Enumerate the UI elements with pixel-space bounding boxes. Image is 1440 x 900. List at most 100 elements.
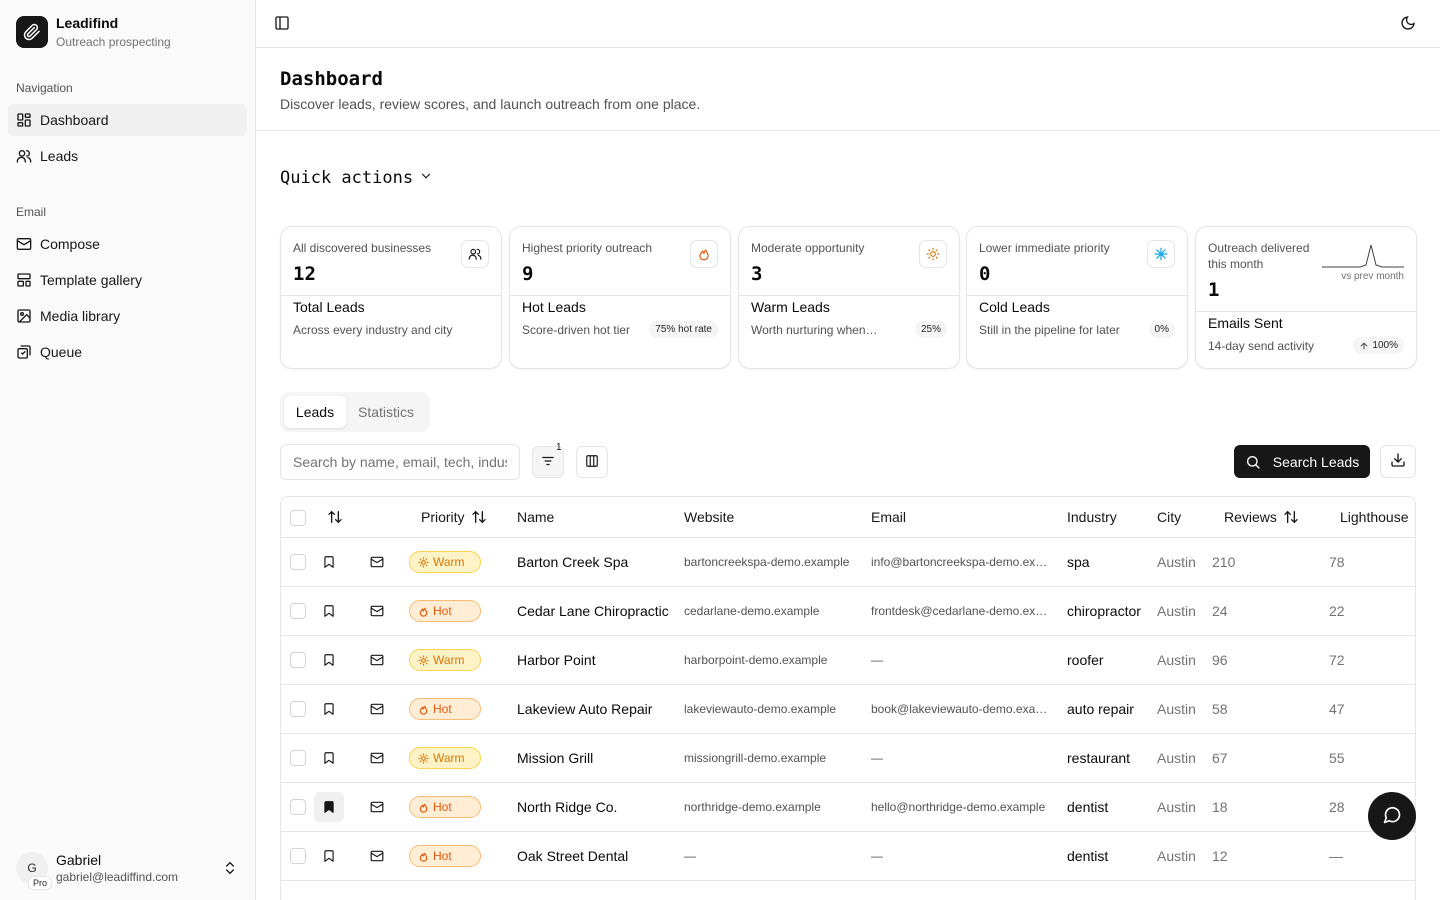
column-header-reviews[interactable]: Reviews (1224, 509, 1299, 525)
bookmark-icon[interactable] (314, 547, 344, 577)
table-row[interactable]: Hot Oak Street Dental — — dentist Austin… (281, 832, 1415, 881)
quick-actions-toggle[interactable]: Quick actions (280, 168, 433, 188)
bookmark-icon[interactable] (314, 841, 344, 871)
brand[interactable]: Leadifind Outreach prospecting (16, 14, 171, 50)
lead-website[interactable]: lakeviewauto-demo.example (684, 702, 859, 716)
tab-leads[interactable]: Leads (284, 396, 346, 428)
bookmark-icon[interactable] (314, 743, 344, 773)
row-checkbox[interactable] (290, 603, 306, 619)
stat-card-pill: 0% (1148, 321, 1175, 338)
tab-statistics[interactable]: Statistics (348, 396, 424, 428)
row-checkbox[interactable] (290, 799, 306, 815)
user-menu[interactable]: G Pro Gabriel gabriel@leadiffind.com (16, 848, 244, 890)
stat-card-footnote: Still in the pipeline for later (979, 323, 1120, 337)
priority-label: Hot (433, 800, 452, 814)
lead-name[interactable]: Mission Grill (517, 750, 677, 766)
queue-icon (16, 344, 32, 360)
stat-card-warm-leads: Moderate opportunity 3 Warm Leads Worth … (738, 226, 960, 369)
row-checkbox[interactable] (290, 554, 306, 570)
message-circle-icon (1382, 805, 1402, 828)
bookmark-icon[interactable] (314, 645, 344, 675)
lead-email[interactable]: — (871, 751, 1051, 765)
column-header-email[interactable]: Email (871, 509, 906, 525)
lead-website[interactable]: — (684, 849, 859, 863)
stat-card-pill: 75% hot rate (649, 321, 718, 338)
row-checkbox[interactable] (290, 750, 306, 766)
export-button[interactable] (1380, 445, 1416, 478)
lead-email[interactable]: — (871, 849, 1051, 863)
column-header-city[interactable]: City (1157, 509, 1181, 525)
download-icon (1390, 452, 1406, 471)
dashboard-icon (16, 112, 32, 128)
sun-icon (418, 752, 433, 764)
lead-email[interactable]: hello@northridge-demo.example (871, 800, 1051, 814)
lead-website[interactable]: bartoncreekspa-demo.example (684, 555, 859, 569)
table-row[interactable]: Hot Cedar Lane Chiropractic cedarlane-de… (281, 587, 1415, 636)
lead-name[interactable]: Harbor Point (517, 652, 677, 668)
chat-button[interactable] (1368, 792, 1416, 840)
filter-icon (541, 454, 555, 471)
sidebar-item-template-gallery[interactable]: Template gallery (8, 264, 247, 296)
lead-email[interactable]: info@bartoncreekspa-demo.example (871, 555, 1051, 569)
lead-industry: dentist (1067, 799, 1109, 815)
mail-icon[interactable] (362, 547, 392, 577)
bookmark-icon[interactable] (314, 694, 344, 724)
sidebar-item-leads[interactable]: Leads (8, 140, 247, 172)
column-label: Priority (421, 509, 465, 525)
column-header-industry[interactable]: Industry (1067, 509, 1117, 525)
stat-card-title: Hot Leads (522, 299, 586, 315)
lead-name[interactable]: North Ridge Co. (517, 799, 677, 815)
lead-website[interactable]: missiongrill-demo.example (684, 751, 859, 765)
columns-button[interactable] (576, 446, 608, 478)
mail-icon[interactable] (362, 645, 392, 675)
search-leads-button[interactable]: Search Leads (1234, 445, 1370, 478)
mail-icon[interactable] (362, 596, 392, 626)
sidebar-item-queue[interactable]: Queue (8, 336, 247, 368)
sort-icon[interactable] (321, 509, 343, 525)
row-checkbox[interactable] (290, 652, 306, 668)
lead-name[interactable]: Cedar Lane Chiropractic (517, 603, 677, 619)
row-checkbox[interactable] (290, 701, 306, 717)
quick-actions-label: Quick actions (280, 168, 414, 188)
flame-icon (690, 240, 718, 268)
lead-email[interactable]: frontdesk@cedarlane-demo.example (871, 604, 1051, 618)
sidebar-item-media-library[interactable]: Media library (8, 300, 247, 332)
lead-email[interactable]: — (871, 653, 1051, 667)
search-input[interactable] (280, 444, 520, 480)
stat-card-title: Cold Leads (979, 299, 1050, 315)
row-checkbox[interactable] (290, 848, 306, 864)
sidebar-toggle-button[interactable] (268, 10, 296, 38)
lead-website[interactable]: harborpoint-demo.example (684, 653, 859, 667)
lead-name[interactable]: Lakeview Auto Repair (517, 701, 677, 717)
card-divider (1196, 311, 1416, 312)
mail-icon[interactable] (362, 792, 392, 822)
sidebar-item-dashboard[interactable]: Dashboard (8, 104, 247, 136)
card-divider (510, 295, 730, 296)
table-row[interactable]: Warm Barton Creek Spa bartoncreekspa-dem… (281, 538, 1415, 587)
lead-name[interactable]: Barton Creek Spa (517, 554, 677, 570)
stat-card-description: Outreach delivered this month (1208, 241, 1310, 271)
mail-icon[interactable] (362, 841, 392, 871)
bookmark-icon[interactable] (314, 792, 344, 822)
theme-toggle-button[interactable] (1394, 10, 1422, 38)
lead-name[interactable]: Oak Street Dental (517, 848, 677, 864)
priority-badge: Warm (409, 649, 481, 671)
column-header-lighthouse[interactable]: Lighthouse (1340, 509, 1409, 525)
mail-icon[interactable] (362, 694, 392, 724)
column-header-name[interactable]: Name (517, 509, 554, 525)
bookmark-icon[interactable] (314, 596, 344, 626)
table-row[interactable]: Hot Lakeview Auto Repair lakeviewauto-de… (281, 685, 1415, 734)
lead-website[interactable]: cedarlane-demo.example (684, 604, 859, 618)
column-header-priority[interactable]: Priority (421, 509, 487, 525)
lead-website[interactable]: northridge-demo.example (684, 800, 859, 814)
table-row[interactable]: Warm Harbor Point harborpoint-demo.examp… (281, 636, 1415, 685)
column-header-website[interactable]: Website (684, 509, 734, 525)
mail-icon[interactable] (362, 743, 392, 773)
lead-email[interactable]: book@lakeviewauto-demo.example (871, 702, 1051, 716)
table-row[interactable]: Warm Mission Grill missiongrill-demo.exa… (281, 734, 1415, 783)
lead-lighthouse: 22 (1329, 603, 1345, 619)
sidebar-item-compose[interactable]: Compose (8, 228, 247, 260)
stat-card-value: 1 (1208, 279, 1220, 301)
select-all-checkbox[interactable] (290, 510, 306, 526)
table-row[interactable]: Hot North Ridge Co. northridge-demo.exam… (281, 783, 1415, 832)
